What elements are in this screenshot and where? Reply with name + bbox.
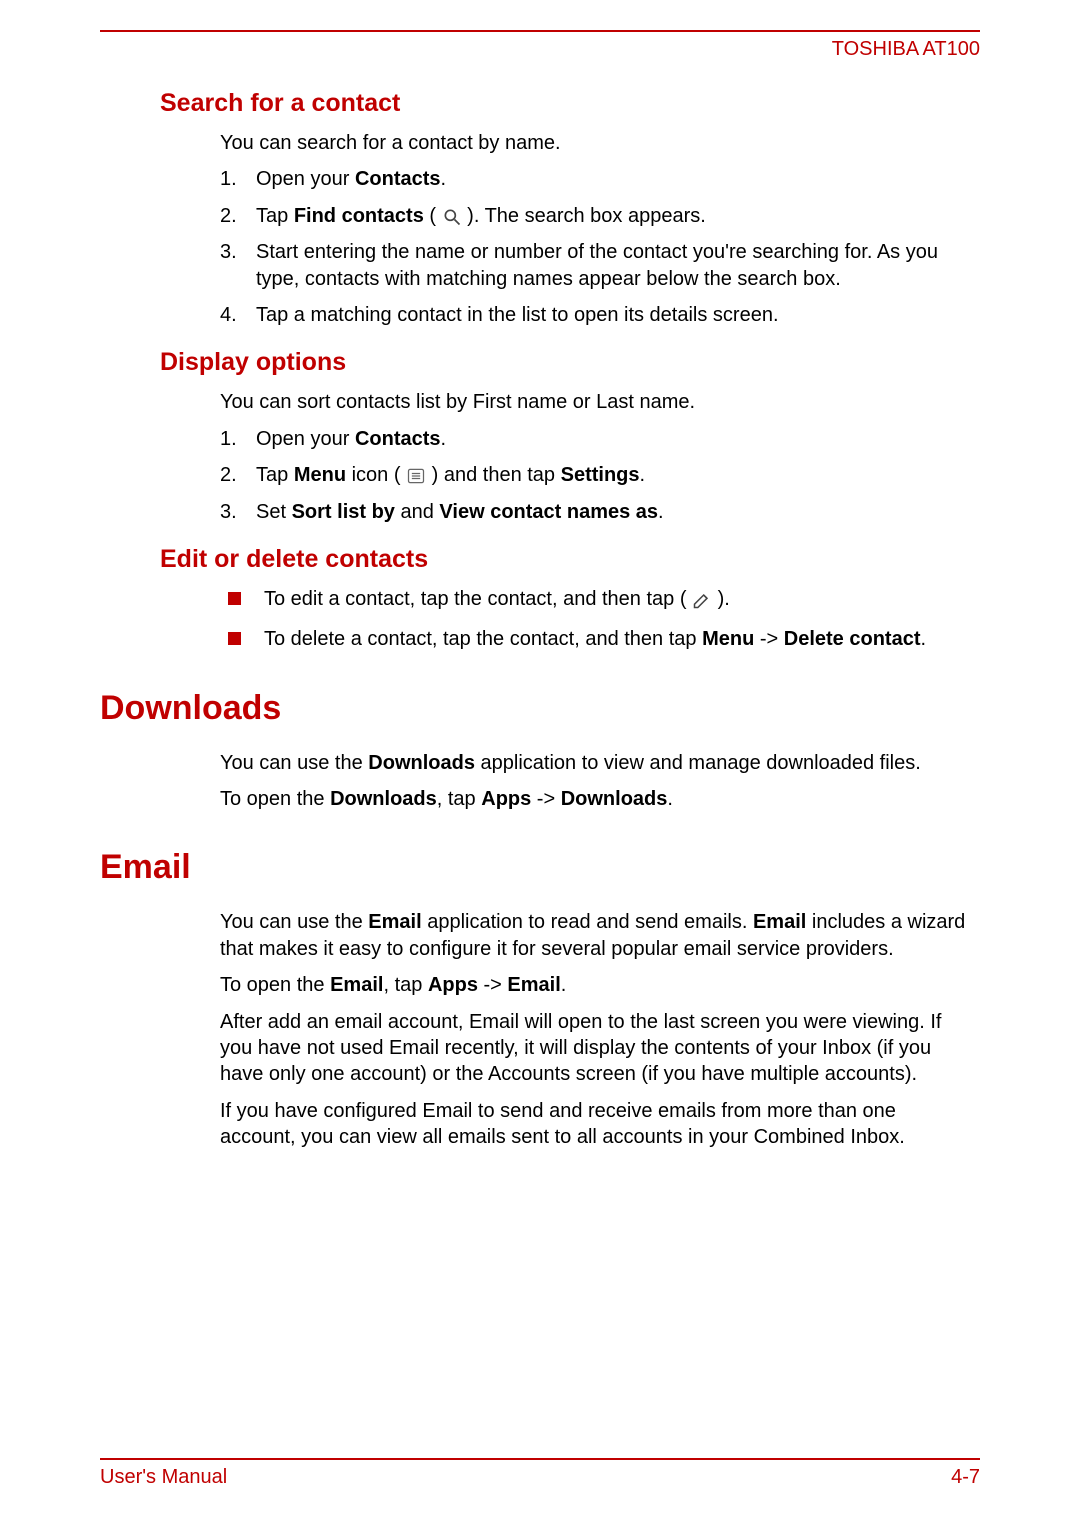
bold: Apps bbox=[481, 788, 531, 810]
text: . bbox=[561, 974, 567, 996]
heading-search-contact: Search for a contact bbox=[160, 89, 980, 118]
search-steps: Open your Contacts. Tap Find contacts ( … bbox=[220, 166, 970, 328]
text: Tap bbox=[256, 205, 294, 227]
text: . bbox=[441, 428, 447, 450]
display-step-3: Set Sort list by and View contact names … bbox=[220, 499, 970, 525]
pencil-icon bbox=[692, 590, 712, 610]
downloads-p1: You can use the Downloads application to… bbox=[220, 750, 970, 776]
email-p3: After add an email account, Email will o… bbox=[220, 1009, 970, 1088]
text: ( bbox=[424, 205, 442, 227]
search-step-3: Start entering the name or number of the… bbox=[220, 239, 970, 292]
bold: Find contacts bbox=[294, 205, 424, 227]
bold: Downloads bbox=[330, 788, 437, 810]
text: To edit a contact, tap the contact, and … bbox=[264, 588, 692, 610]
text: , tap bbox=[383, 974, 427, 996]
text: -> bbox=[478, 974, 507, 996]
bold: View contact names as bbox=[439, 501, 658, 523]
heading-edit-delete: Edit or delete contacts bbox=[160, 545, 980, 574]
search-step-2: Tap Find contacts ( ). The search box ap… bbox=[220, 203, 970, 229]
text: ). The search box appears. bbox=[462, 205, 706, 227]
header-rule bbox=[100, 30, 980, 32]
bold: Email bbox=[368, 911, 421, 933]
search-icon bbox=[442, 207, 462, 227]
bold: Apps bbox=[428, 974, 478, 996]
text: and bbox=[395, 501, 439, 523]
bold: Delete contact bbox=[784, 628, 921, 650]
text: -> bbox=[754, 628, 783, 650]
footer-left: User's Manual bbox=[100, 1466, 227, 1489]
header-product: TOSHIBA AT100 bbox=[100, 38, 980, 61]
search-intro: You can search for a contact by name. bbox=[220, 130, 970, 156]
search-step-1: Open your Contacts. bbox=[220, 166, 970, 192]
text: You can use the bbox=[220, 752, 368, 774]
email-p2: To open the Email, tap Apps -> Email. bbox=[220, 972, 970, 998]
display-steps: Open your Contacts. Tap Menu icon ( ) an… bbox=[220, 426, 970, 525]
menu-icon bbox=[406, 466, 426, 486]
text: ). bbox=[712, 588, 730, 610]
bold: Email bbox=[330, 974, 383, 996]
text: , tap bbox=[437, 788, 481, 810]
bold: Contacts bbox=[355, 428, 441, 450]
display-step-1: Open your Contacts. bbox=[220, 426, 970, 452]
edit-item-2: To delete a contact, tap the contact, an… bbox=[220, 626, 970, 652]
text: Set bbox=[256, 501, 292, 523]
email-p4: If you have configured Email to send and… bbox=[220, 1098, 970, 1151]
text: -> bbox=[531, 788, 560, 810]
footer-rule bbox=[100, 1458, 980, 1460]
bold: Email bbox=[753, 911, 806, 933]
text: . bbox=[441, 168, 447, 190]
heading-email: Email bbox=[100, 848, 980, 887]
bold: Email bbox=[507, 974, 560, 996]
text: . bbox=[920, 628, 926, 650]
display-intro: You can sort contacts list by First name… bbox=[220, 389, 970, 415]
bold: Menu bbox=[294, 464, 346, 486]
text: . bbox=[640, 464, 646, 486]
text: Open your bbox=[256, 428, 355, 450]
heading-downloads: Downloads bbox=[100, 689, 980, 728]
bold: Downloads bbox=[368, 752, 475, 774]
display-step-2: Tap Menu icon ( ) and then tap Settings. bbox=[220, 462, 970, 488]
text: application to read and send emails. bbox=[422, 911, 753, 933]
text: . bbox=[667, 788, 673, 810]
text: Tap bbox=[256, 464, 294, 486]
text: To delete a contact, tap the contact, an… bbox=[264, 628, 702, 650]
bold: Settings bbox=[561, 464, 640, 486]
bold: Contacts bbox=[355, 168, 441, 190]
text: . bbox=[658, 501, 664, 523]
text: Open your bbox=[256, 168, 355, 190]
text: icon ( bbox=[346, 464, 406, 486]
footer-right: 4-7 bbox=[951, 1466, 980, 1489]
bold: Downloads bbox=[561, 788, 668, 810]
bold: Menu bbox=[702, 628, 754, 650]
text: To open the bbox=[220, 974, 330, 996]
text: ) and then tap bbox=[426, 464, 561, 486]
heading-display-options: Display options bbox=[160, 348, 980, 377]
email-p1: You can use the Email application to rea… bbox=[220, 909, 970, 962]
page-footer: User's Manual 4-7 bbox=[100, 1458, 980, 1489]
text: application to view and manage downloade… bbox=[475, 752, 921, 774]
downloads-p2: To open the Downloads, tap Apps -> Downl… bbox=[220, 786, 970, 812]
edit-item-1: To edit a contact, tap the contact, and … bbox=[220, 586, 970, 612]
bold: Sort list by bbox=[292, 501, 395, 523]
text: You can use the bbox=[220, 911, 368, 933]
search-step-4: Tap a matching contact in the list to op… bbox=[220, 302, 970, 328]
text: To open the bbox=[220, 788, 330, 810]
edit-list: To edit a contact, tap the contact, and … bbox=[220, 586, 970, 653]
